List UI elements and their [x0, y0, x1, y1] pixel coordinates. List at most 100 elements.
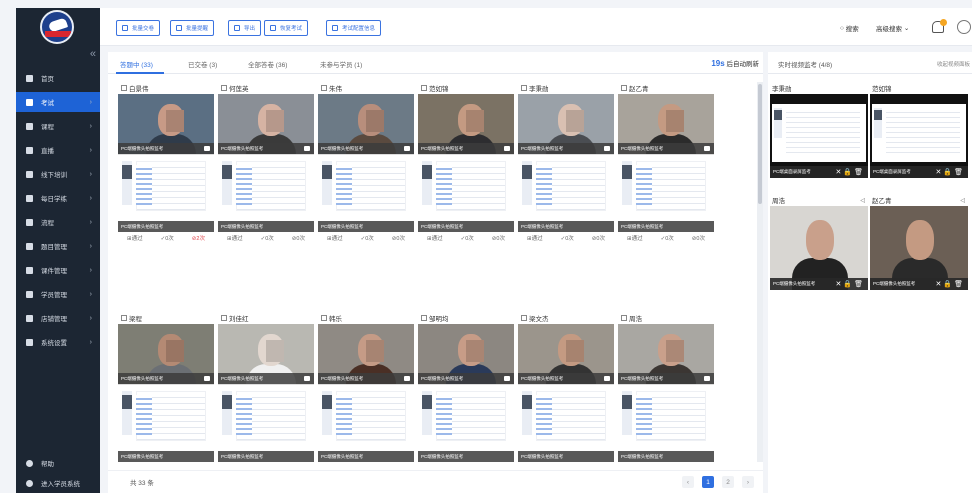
screen-snapshot[interactable]: PC端摄像头拍照监考 [118, 384, 214, 462]
sidebar-item-shop[interactable]: 店铺管理 › [16, 308, 100, 328]
student-card[interactable]: 梁程 PC端摄像头拍照监考 PC端摄像头拍照监考 [118, 312, 214, 462]
page-1-button[interactable]: 1 [702, 476, 714, 488]
live-video-card[interactable]: 范如锦 PC端桌面录屏监考 ✕🔒🗑 [870, 82, 968, 178]
scrollbar-thumb[interactable] [758, 84, 762, 204]
sidebar-item-students[interactable]: 学员管理 › [16, 284, 100, 304]
camera-snapshot[interactable]: PC端摄像头拍照监考 [118, 324, 214, 384]
search-link[interactable]: ○ 搜索 [840, 23, 859, 34]
pass-button[interactable]: ⊞通过 [127, 234, 143, 242]
sidebar-item-live[interactable]: 直播 › [16, 140, 100, 160]
select-checkbox[interactable] [221, 315, 227, 321]
select-checkbox[interactable] [521, 315, 527, 321]
select-checkbox[interactable] [121, 85, 127, 91]
screen-snapshot[interactable]: PC端摄像头拍照监考 [618, 154, 714, 232]
student-card[interactable]: 梁文杰 PC端摄像头拍照监考 PC端摄像头拍照监考 [518, 312, 614, 462]
select-checkbox[interactable] [321, 85, 327, 91]
resume-exam-button[interactable]: 恢复考试 [264, 20, 309, 36]
pass-button[interactable]: ⊞通过 [427, 234, 443, 242]
pass-button[interactable]: ⊞通过 [627, 234, 643, 242]
select-checkbox[interactable] [621, 85, 627, 91]
tab-not-participating[interactable]: 未参与学员 (1) [320, 59, 362, 69]
camera-snapshot[interactable]: PC端摄像头拍照监考 [518, 324, 614, 384]
sidebar-item-exam[interactable]: 考试 › [16, 92, 100, 112]
camera-snapshot[interactable]: PC端摄像头拍照监考 [518, 94, 614, 154]
sidebar-item-courseware[interactable]: 课件管理 › [16, 260, 100, 280]
live-video-card[interactable]: 周浩 ◁ PC端摄像头拍照监考 ✕🔒🗑 [770, 194, 868, 290]
batch-remind-button[interactable]: 批量提醒 [170, 20, 215, 36]
camera-snapshot[interactable]: PC端摄像头拍照监考 [618, 324, 714, 384]
live-camera-feed[interactable]: PC端摄像头拍照监考 ✕🔒🗑 [870, 206, 968, 290]
screen-snapshot[interactable]: PC端摄像头拍照监考 [318, 384, 414, 462]
volume-icon[interactable]: ◁ [860, 197, 865, 204]
student-card[interactable]: 白景伟 PC端摄像头拍照监考 PC端摄像头拍照监考 ⊞通过 ✓0次 ⊘2次 [118, 82, 214, 244]
feed-actions[interactable]: ✕🔒🗑 [836, 280, 865, 288]
student-card[interactable]: 周浩 PC端摄像头拍照监考 PC端摄像头拍照监考 [618, 312, 714, 462]
live-screen-feed[interactable]: PC端桌面录屏监考 ✕🔒🗑 [870, 94, 968, 178]
enter-student-link[interactable]: 进入学员系统 [16, 474, 100, 492]
select-checkbox[interactable] [221, 85, 227, 91]
collapse-sidebar-icon[interactable]: « [90, 48, 96, 60]
sidebar-item-training[interactable]: 线下培训 › [16, 164, 100, 184]
collapse-video-panel-button[interactable]: 收起视频面板 [937, 60, 970, 68]
grid-scrollbar[interactable] [757, 82, 763, 462]
select-checkbox[interactable] [521, 85, 527, 91]
advanced-search-dropdown[interactable]: 高级搜索 ⌄ [876, 23, 909, 33]
student-card[interactable]: 范如锦 PC端摄像头拍照监考 PC端摄像头拍照监考 ⊞通过 ✓0次 ⊘0次 [418, 82, 514, 244]
help-link[interactable]: 帮助 [16, 454, 100, 472]
feed-actions[interactable]: ✕🔒🗑 [836, 168, 865, 176]
feed-actions[interactable]: ✕🔒🗑 [936, 168, 965, 176]
screen-snapshot[interactable]: PC端摄像头拍照监考 [218, 384, 314, 462]
sidebar-item-practice[interactable]: 每日学练 › [16, 188, 100, 208]
tab-submitted[interactable]: 已交卷 (3) [188, 59, 217, 69]
select-checkbox[interactable] [121, 315, 127, 321]
student-card[interactable]: 何莲英 PC端摄像头拍照监考 PC端摄像头拍照监考 ⊞通过 ✓0次 ⊘0次 [218, 82, 314, 244]
screen-snapshot[interactable]: PC端摄像头拍照监考 [418, 154, 514, 232]
camera-snapshot[interactable]: PC端摄像头拍照监考 [118, 94, 214, 154]
camera-snapshot[interactable]: PC端摄像头拍照监考 [618, 94, 714, 154]
camera-snapshot[interactable]: PC端摄像头拍照监考 [418, 324, 514, 384]
sidebar-item-questions[interactable]: 题目管理 › [16, 236, 100, 256]
camera-snapshot[interactable]: PC端摄像头拍照监考 [218, 324, 314, 384]
sidebar-item-settings[interactable]: 系统设置 › [16, 332, 100, 352]
student-card[interactable]: 邹明均 PC端摄像头拍照监考 PC端摄像头拍照监考 [418, 312, 514, 462]
student-card[interactable]: 赵乙青 PC端摄像头拍照监考 PC端摄像头拍照监考 ⊞通过 ✓0次 ⊘0次 [618, 82, 714, 244]
student-card[interactable]: 韩乐 PC端摄像头拍照监考 PC端摄像头拍照监考 [318, 312, 414, 462]
screen-snapshot[interactable]: PC端摄像头拍照监考 [418, 384, 514, 462]
page-2-button[interactable]: 2 [722, 476, 734, 488]
camera-snapshot[interactable]: PC端摄像头拍照监考 [418, 94, 514, 154]
select-checkbox[interactable] [621, 315, 627, 321]
sidebar-item-flow[interactable]: 流程 › [16, 212, 100, 232]
screen-snapshot[interactable]: PC端摄像头拍照监考 [518, 384, 614, 462]
student-card[interactable]: 朱伟 PC端摄像头拍照监考 PC端摄像头拍照监考 ⊞通过 ✓0次 ⊘0次 [318, 82, 414, 244]
export-button[interactable]: 导出 [228, 20, 262, 36]
prev-page-button[interactable]: ‹ [682, 476, 694, 488]
select-checkbox[interactable] [421, 85, 427, 91]
camera-snapshot[interactable]: PC端摄像头拍照监考 [318, 94, 414, 154]
sidebar-item-course[interactable]: 课程 › [16, 116, 100, 136]
tab-all-papers[interactable]: 全部答卷 (36) [248, 59, 287, 69]
pass-button[interactable]: ⊞通过 [527, 234, 543, 242]
live-screen-feed[interactable]: PC端桌面录屏监考 ✕🔒🗑 [770, 94, 868, 178]
student-card[interactable]: 刘佳红 PC端摄像头拍照监考 PC端摄像头拍照监考 [218, 312, 314, 462]
live-video-card[interactable]: 李秉勋 PC端桌面录屏监考 ✕🔒🗑 [770, 82, 868, 178]
select-checkbox[interactable] [321, 315, 327, 321]
camera-snapshot[interactable]: PC端摄像头拍照监考 [218, 94, 314, 154]
screen-snapshot[interactable]: PC端摄像头拍照监考 [318, 154, 414, 232]
screen-snapshot[interactable]: PC端摄像头拍照监考 [218, 154, 314, 232]
screen-snapshot[interactable]: PC端摄像头拍照监考 [118, 154, 214, 232]
tab-answering[interactable]: 答题中 (33) [120, 59, 153, 69]
sidebar-item-home[interactable]: 首页 [16, 68, 100, 88]
camera-snapshot[interactable]: PC端摄像头拍照监考 [318, 324, 414, 384]
screen-snapshot[interactable]: PC端摄像头拍照监考 [618, 384, 714, 462]
next-page-button[interactable]: › [742, 476, 754, 488]
student-card[interactable]: 李秉勋 PC端摄像头拍照监考 PC端摄像头拍照监考 ⊞通过 ✓0次 ⊘0次 [518, 82, 614, 244]
exam-config-button[interactable]: 考试配置信息 [326, 20, 382, 36]
batch-submit-button[interactable]: 批量交卷 [116, 20, 161, 36]
screen-snapshot[interactable]: PC端摄像头拍照监考 [518, 154, 614, 232]
pass-button[interactable]: ⊞通过 [327, 234, 343, 242]
select-checkbox[interactable] [421, 315, 427, 321]
volume-icon[interactable]: ◁ [960, 197, 965, 204]
user-avatar[interactable] [957, 20, 971, 34]
pass-button[interactable]: ⊞通过 [227, 234, 243, 242]
live-video-card[interactable]: 赵乙青 ◁ PC端摄像头拍照监考 ✕🔒🗑 [870, 194, 968, 290]
